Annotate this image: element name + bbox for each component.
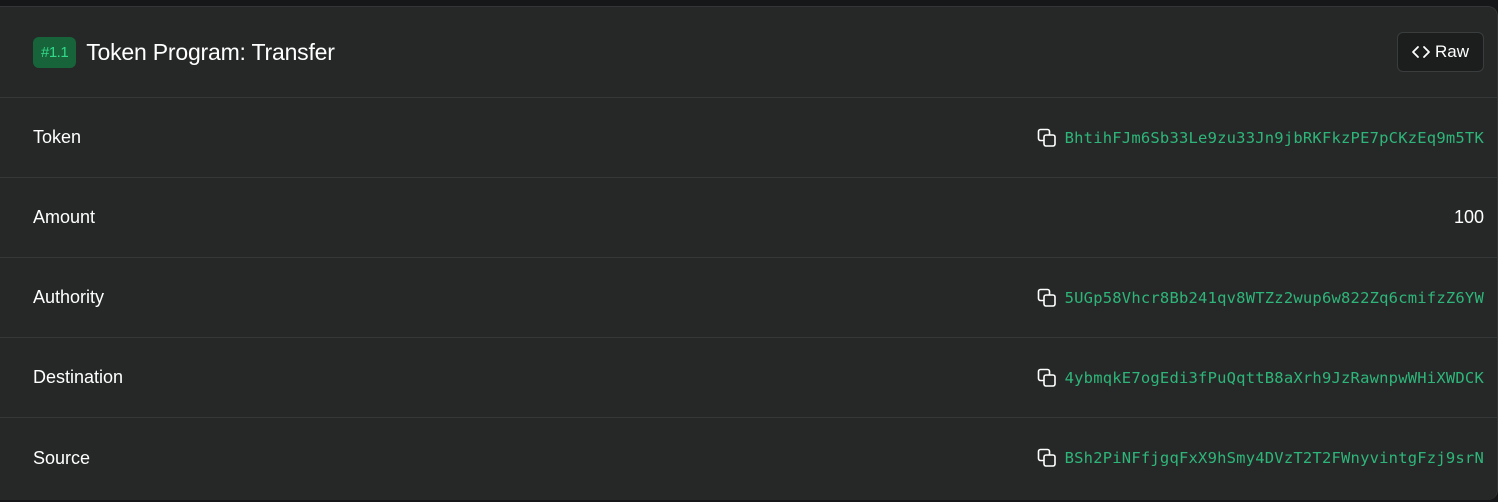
destination-address-link[interactable]: 4ybmqkE7ogEdi3fPuQqttB8aXrh9JzRawnpwWHiX…	[1065, 369, 1484, 387]
row-value: 4ybmqkE7ogEdi3fPuQqttB8aXrh9JzRawnpwWHiX…	[1037, 368, 1484, 388]
row-value: BhtihFJm6Sb33Le9zu33Jn9jbRKFkzPE7pCKzEq9…	[1037, 128, 1484, 148]
copy-icon[interactable]	[1037, 288, 1057, 308]
row-label: Amount	[33, 207, 96, 227]
row-value: BSh2PiNFfjgqFxX9hSmy4DVzT2T2FWnyvintgFzj…	[1037, 448, 1484, 468]
amount-value: 100	[1453, 207, 1484, 227]
instruction-title: Token Program: Transfer	[86, 38, 335, 65]
copy-icon[interactable]	[1037, 128, 1057, 148]
row-label: Destination	[33, 367, 124, 387]
instruction-header: #1.1 Token Program: Transfer Raw	[0, 7, 1497, 98]
row-label: Source	[33, 447, 91, 468]
source-address-link[interactable]: BSh2PiNFfjgqFxX9hSmy4DVzT2T2FWnyvintgFzj…	[1065, 449, 1484, 467]
instruction-index-badge: #1.1	[33, 36, 77, 68]
detail-row-token: Token BhtihFJm6Sb33Le9zu33Jn9jbRKFkzPE7p…	[0, 98, 1497, 178]
copy-icon[interactable]	[1037, 448, 1057, 468]
code-icon	[1412, 46, 1430, 58]
detail-row-amount: Amount 100	[0, 178, 1497, 258]
header-left: #1.1 Token Program: Transfer	[33, 36, 335, 68]
token-address-link[interactable]: BhtihFJm6Sb33Le9zu33Jn9jbRKFkzPE7pCKzEq9…	[1065, 129, 1484, 147]
row-value: 5UGp58Vhcr8Bb241qv8WTZz2wup6w822Zq6cmifz…	[1037, 288, 1484, 308]
row-label: Token	[33, 127, 82, 147]
raw-button-label: Raw	[1434, 42, 1469, 61]
copy-icon[interactable]	[1037, 368, 1057, 388]
detail-row-authority: Authority 5UGp58Vhcr8Bb241qv8WTZz2wup6w8…	[0, 258, 1497, 338]
detail-row-destination: Destination 4ybmqkE7ogEdi3fPuQqttB8aXrh9…	[0, 338, 1497, 418]
detail-row-source: Source BSh2PiNFfjgqFxX9hSmy4DVzT2T2FWnyv…	[0, 418, 1497, 498]
row-label: Authority	[33, 287, 105, 307]
raw-button[interactable]: Raw	[1396, 32, 1484, 72]
authority-address-link[interactable]: 5UGp58Vhcr8Bb241qv8WTZz2wup6w822Zq6cmifz…	[1065, 289, 1484, 307]
instruction-card: #1.1 Token Program: Transfer Raw Token B…	[0, 6, 1498, 500]
